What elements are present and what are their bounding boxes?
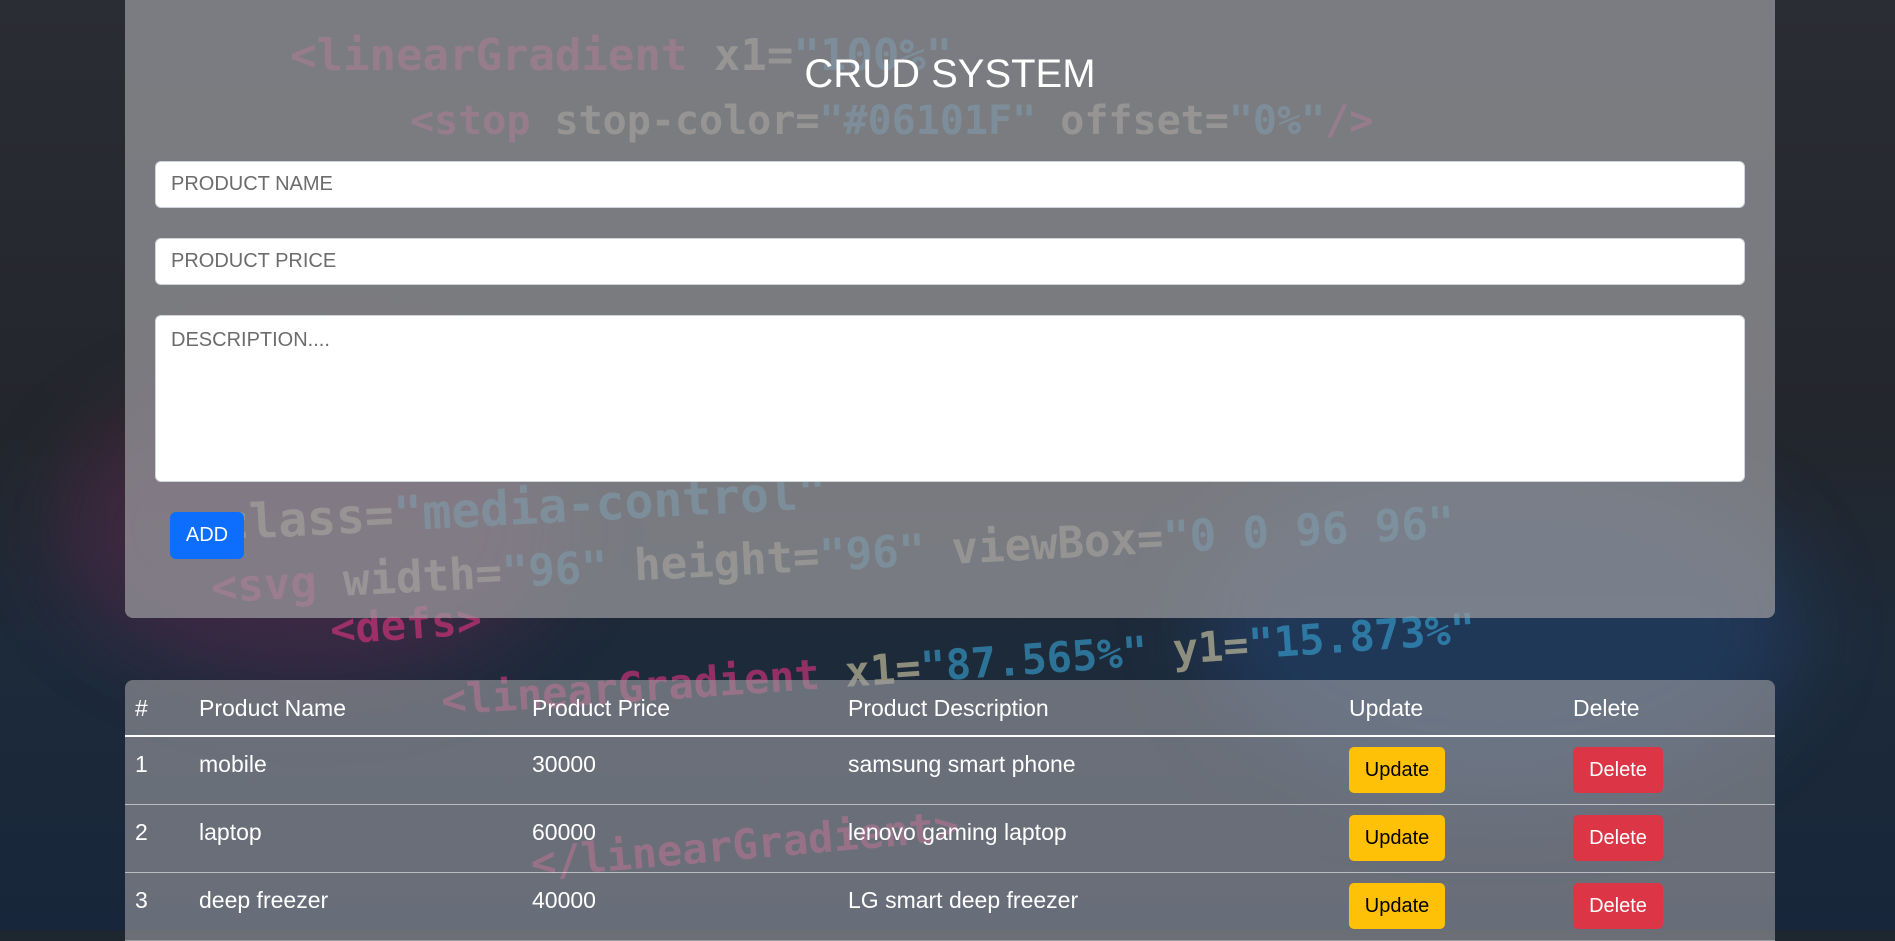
products-table: # Product Name Product Price Product Des… [125, 680, 1775, 941]
table-row: 2 laptop 60000 lenovo gaming laptop Upda… [125, 805, 1775, 873]
product-form-card: CRUD SYSTEM PRODUCT NAME PRODUCT PRICE D… [125, 0, 1775, 618]
row-index: 3 [135, 887, 148, 913]
description-textarea[interactable]: DESCRIPTION.... [155, 315, 1745, 482]
column-header-update: Update [1349, 695, 1424, 721]
table-row: 1 mobile 30000 samsung smart phone Updat… [125, 737, 1775, 805]
delete-button[interactable]: Delete [1573, 815, 1663, 861]
product-name-cell: mobile [199, 751, 267, 777]
table-row: 3 deep freezer 40000 LG smart deep freez… [125, 873, 1775, 941]
page-title: CRUD SYSTEM [804, 52, 1096, 96]
row-index: 2 [135, 819, 148, 845]
update-button[interactable]: Update [1349, 815, 1445, 861]
update-button[interactable]: Update [1349, 747, 1445, 793]
add-button[interactable]: ADD [170, 512, 244, 559]
column-header-delete: Delete [1573, 695, 1640, 721]
column-header-price: Product Price [532, 695, 671, 721]
product-name-cell: laptop [199, 819, 262, 845]
product-price-input[interactable]: PRODUCT PRICE [155, 238, 1745, 285]
table-header: # Product Name Product Price Product Des… [125, 680, 1775, 737]
row-index: 1 [135, 751, 148, 777]
product-price-cell: 40000 [532, 887, 596, 913]
update-button[interactable]: Update [1349, 883, 1445, 929]
column-header-description: Product Description [848, 695, 1049, 721]
column-header-name: Product Name [199, 695, 347, 721]
product-price-cell: 60000 [532, 819, 596, 845]
product-description-cell: samsung smart phone [848, 751, 1076, 777]
product-description-cell: lenovo gaming laptop [848, 819, 1067, 845]
product-name-input[interactable]: PRODUCT NAME [155, 161, 1745, 208]
delete-button[interactable]: Delete [1573, 883, 1663, 929]
delete-button[interactable]: Delete [1573, 747, 1663, 793]
product-name-cell: deep freezer [199, 887, 329, 913]
product-description-cell: LG smart deep freezer [848, 887, 1079, 913]
column-header-index: # [135, 695, 148, 721]
product-price-cell: 30000 [532, 751, 596, 777]
